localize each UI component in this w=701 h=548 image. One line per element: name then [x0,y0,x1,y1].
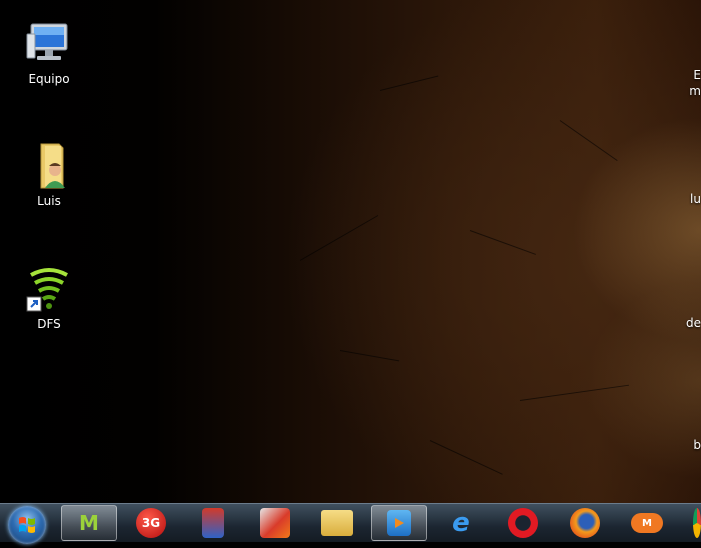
taskbar-app-chrome[interactable] [681,505,701,541]
media-player-icon [387,510,411,536]
wallpaper-scratch [339,350,400,362]
taskbar-app-movistar[interactable]: M [61,505,117,541]
3g-icon: 3G [136,508,166,538]
desktop-icon-label: DFS [37,317,61,331]
mega-cloud-icon: M [631,513,663,533]
desktop-icon-equipo[interactable]: Equipo [9,20,89,87]
wifi-shortcut-icon [25,265,73,313]
desktop-icon-dfs[interactable]: DFS [9,265,89,332]
taskbar-app-file-explorer[interactable] [309,505,365,541]
taskbar-app-3g[interactable]: 3G [123,505,179,541]
internet-explorer-icon: e [452,508,470,538]
wallpaper-scratch [519,384,629,401]
usb-tool-icon [202,508,224,538]
taskbar-app-usb-tool[interactable] [185,505,241,541]
desktop-icon-label-cutoff[interactable]: lu [690,192,701,206]
user-folder-icon [25,142,73,190]
wallpaper-scratch [429,440,503,475]
taskbar: M 3G e O M [0,503,701,544]
desktop-icon-label-cutoff[interactable]: b [693,438,701,452]
desktop-icon-luis[interactable]: Luis [9,142,89,209]
windows-start-icon[interactable] [8,506,46,544]
taskbar-app-mega-cloud[interactable]: M [619,505,675,541]
movistar-icon: M [79,511,99,535]
desktop-icon-label: Equipo [28,72,70,86]
desktop-icon-label-cutoff[interactable]: de [686,316,701,330]
wallpaper-scratch [299,215,379,261]
taskbar-app-internet-explorer[interactable]: e [433,505,489,541]
file-explorer-icon [321,510,353,536]
taskbar-app-ccleaner[interactable] [247,505,303,541]
opera-icon: O [508,508,538,538]
desktop: Equipo Luis DFS E m lu de b [0,0,701,503]
computer-icon [25,20,73,68]
wallpaper-scratch [379,75,439,91]
desktop-icon-label: Luis [37,194,61,208]
ccleaner-icon [260,508,290,538]
wallpaper-scratch [469,230,536,255]
taskbar-app-opera[interactable]: O [495,505,551,541]
wallpaper-scratch [559,120,618,162]
chrome-icon [693,508,701,538]
desktop-icon-label-cutoff[interactable]: m [689,84,701,98]
taskbar-app-media-player[interactable] [371,505,427,541]
taskbar-app-firefox[interactable] [557,505,613,541]
desktop-icon-label-cutoff[interactable]: E [693,68,701,82]
firefox-icon [570,508,600,538]
